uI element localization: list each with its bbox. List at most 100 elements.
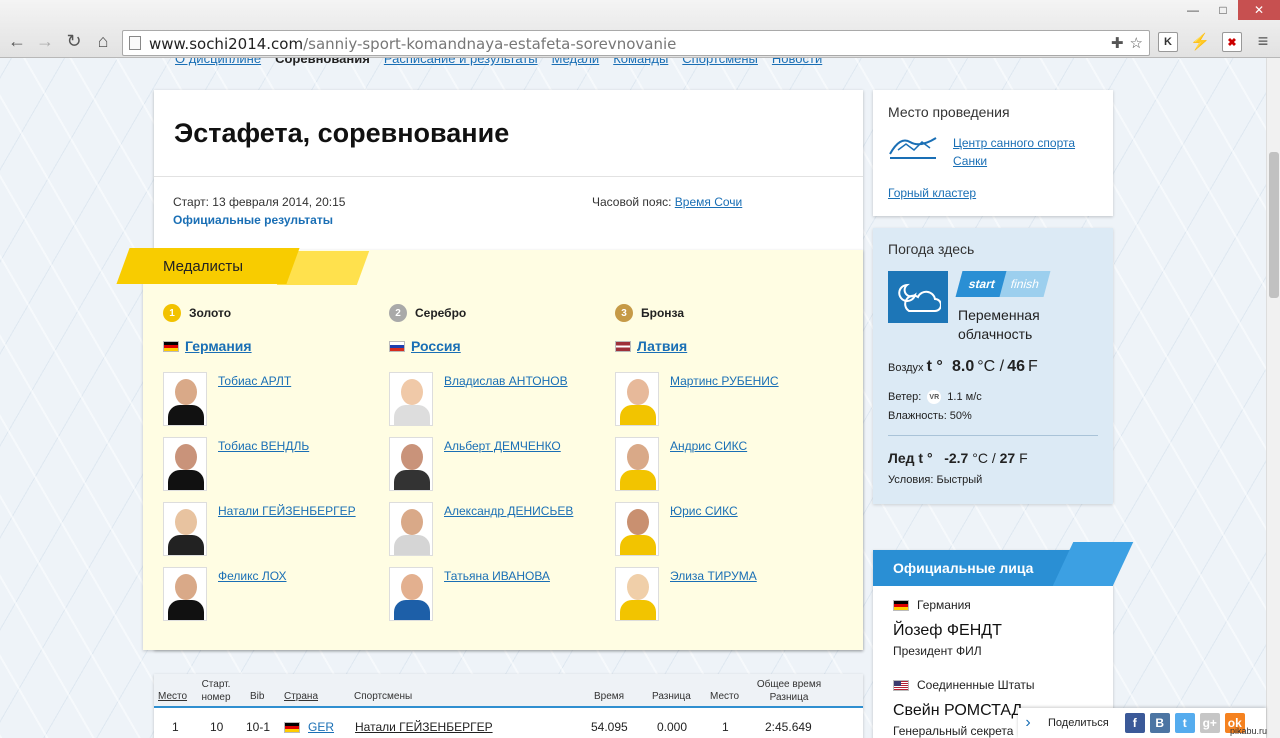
menu-icon[interactable]: ≡	[1252, 30, 1274, 52]
vkontakte-icon[interactable]: B	[1149, 713, 1170, 733]
athlete-link[interactable]: Мартинс РУБЕНИС	[670, 372, 820, 390]
forward-arrow-icon[interactable]: →	[34, 30, 56, 52]
athlete-photo[interactable]	[615, 437, 659, 491]
cluster-link[interactable]: Горный кластер	[888, 186, 976, 200]
athlete-photo[interactable]	[389, 567, 433, 621]
athlete-photo[interactable]	[163, 372, 207, 426]
google-plus-icon[interactable]: g+	[1199, 713, 1220, 733]
athlete-card[interactable]: Элиза ТИРУМА	[615, 567, 825, 623]
athlete-link[interactable]: Натали ГЕЙЗЕНБЕРГЕР	[218, 502, 368, 520]
nav-link[interactable]: О дисциплине	[175, 58, 261, 66]
results-table: Место Старт. номер Bib Страна Спортсмены…	[154, 674, 863, 738]
nav-link[interactable]: Спортсмены	[682, 58, 758, 66]
athlete-card[interactable]: Тобиас ВЕНДЛЬ	[163, 437, 373, 493]
timezone-link[interactable]: Время Сочи	[675, 195, 742, 209]
athlete-card[interactable]: Юрис СИКС	[615, 502, 825, 558]
athlete-link[interactable]: Альберт ДЕМЧЕНКО	[444, 437, 594, 455]
reload-icon[interactable]: ↻	[63, 30, 85, 52]
column-header[interactable]: Страна	[284, 690, 318, 703]
athlete-photo[interactable]	[163, 502, 207, 556]
venue-link[interactable]: Центр санного спорта Санки	[953, 134, 1103, 170]
twitter-icon[interactable]: t	[1174, 713, 1195, 733]
wind-direction-icon: VR	[927, 390, 942, 404]
nav-link[interactable]: Команды	[613, 58, 668, 66]
cell-athlete-link[interactable]: Натали ГЕЙЗЕНБЕРГЕР	[355, 720, 493, 734]
germany-flag-icon	[163, 340, 179, 352]
back-arrow-icon[interactable]: ←	[6, 30, 28, 52]
athlete-link[interactable]: Александр ДЕНИСЬЕВ	[444, 502, 594, 520]
nav-link[interactable]: Расписание и результаты	[384, 58, 538, 66]
athlete-link[interactable]: Владислав АНТОНОВ	[444, 372, 594, 390]
official-role: Президент ФИЛ	[893, 644, 982, 658]
official-name: Свейн РОМСТАД	[893, 702, 1023, 719]
weather-condition: Переменная облачность	[958, 307, 1040, 342]
athlete-photo[interactable]	[389, 437, 433, 491]
wind: Ветер: VR 1.1 м/с	[888, 390, 982, 404]
athlete-link[interactable]: Тобиас АРЛТ	[218, 372, 368, 390]
country-germany[interactable]: Германия	[163, 338, 252, 354]
country-russia[interactable]: Россия	[389, 338, 461, 354]
column-header: Разница	[652, 691, 691, 702]
athlete-link[interactable]: Феликс ЛОХ	[218, 567, 368, 585]
cell-place: 1	[172, 720, 179, 734]
nav-link[interactable]: Новости	[772, 58, 822, 66]
cell-start-number: 10	[210, 720, 224, 734]
maximize-button[interactable]: □	[1208, 0, 1238, 20]
kaspersky-extension-icon[interactable]: K	[1158, 32, 1178, 52]
chevron-right-icon[interactable]: ›	[1018, 714, 1038, 732]
extension-icon[interactable]: ⚡	[1190, 32, 1210, 52]
athlete-card[interactable]: Феликс ЛОХ	[163, 567, 373, 623]
tab-finish[interactable]: finish	[999, 271, 1051, 297]
athlete-photo[interactable]	[615, 502, 659, 556]
officials-header: Официальные лица	[873, 542, 1134, 586]
athlete-photo[interactable]	[615, 567, 659, 621]
athlete-card[interactable]: Андрис СИКС	[615, 437, 825, 493]
germany-flag-icon	[284, 721, 300, 733]
page: О дисциплине Соревнования Расписание и р…	[0, 58, 1266, 738]
close-window-button[interactable]: ✕	[1238, 0, 1280, 20]
divider	[888, 435, 1098, 436]
athlete-card[interactable]: Тобиас АРЛТ	[163, 372, 373, 428]
athlete-card[interactable]: Альберт ДЕМЧЕНКО	[389, 437, 599, 493]
athlete-photo[interactable]	[163, 437, 207, 491]
athlete-card[interactable]: Александр ДЕНИСЬЕВ	[389, 502, 599, 558]
bronze-medal-icon: 3	[615, 304, 633, 322]
nav-link[interactable]: Медали	[552, 58, 600, 66]
home-icon[interactable]: ⌂	[92, 30, 114, 52]
cell-country[interactable]: GER	[284, 720, 334, 734]
bookmark-star-icon[interactable]: ☆	[1130, 34, 1143, 52]
athlete-card[interactable]: Натали ГЕЙЗЕНБЕРГЕР	[163, 502, 373, 558]
athlete-link[interactable]: Андрис СИКС	[670, 437, 820, 455]
medal-header: 2 Серебро	[389, 304, 466, 322]
athlete-card[interactable]: Татьяна ИВАНОВА	[389, 567, 599, 623]
minimize-button[interactable]: —	[1178, 0, 1208, 20]
usa-flag-icon	[893, 679, 909, 691]
results-header: Место Старт. номер Bib Страна Спортсмены…	[154, 674, 863, 708]
official-country: Германия	[893, 598, 971, 612]
column-header[interactable]: Место	[158, 690, 187, 703]
athlete-photo[interactable]	[389, 372, 433, 426]
facebook-icon[interactable]: f	[1124, 713, 1145, 733]
scrollbar-thumb[interactable]	[1269, 152, 1279, 298]
athlete-card[interactable]: Владислав АНТОНОВ	[389, 372, 599, 428]
official-results-link[interactable]: Официальные результаты	[173, 213, 333, 227]
athlete-photo[interactable]	[615, 372, 659, 426]
extension-puzzle-icon[interactable]: ✚	[1111, 34, 1124, 52]
adblock-extension-icon[interactable]: ✖	[1222, 32, 1242, 52]
nav-link[interactable]: Соревнования	[275, 58, 370, 66]
athlete-link[interactable]: Тобиас ВЕНДЛЬ	[218, 437, 368, 455]
athlete-photo[interactable]	[163, 567, 207, 621]
address-bar[interactable]: www.sochi2014.com/sanniy-sport-komandnay…	[122, 30, 1150, 56]
divider	[154, 176, 863, 177]
athlete-card[interactable]: Мартинс РУБЕНИС	[615, 372, 825, 428]
athlete-link[interactable]: Элиза ТИРУМА	[670, 567, 820, 585]
ice-temperature: Лед t ° -2.7 °C / 27 F	[888, 450, 1028, 466]
page-icon	[129, 36, 141, 50]
scrollbar[interactable]	[1266, 58, 1280, 738]
athlete-photo[interactable]	[389, 502, 433, 556]
url-text[interactable]: www.sochi2014.com/sanniy-sport-komandnay…	[149, 35, 676, 53]
athlete-link[interactable]: Юрис СИКС	[670, 502, 820, 520]
russia-flag-icon	[389, 340, 405, 352]
athlete-link[interactable]: Татьяна ИВАНОВА	[444, 567, 594, 585]
country-latvia[interactable]: Латвия	[615, 338, 687, 354]
